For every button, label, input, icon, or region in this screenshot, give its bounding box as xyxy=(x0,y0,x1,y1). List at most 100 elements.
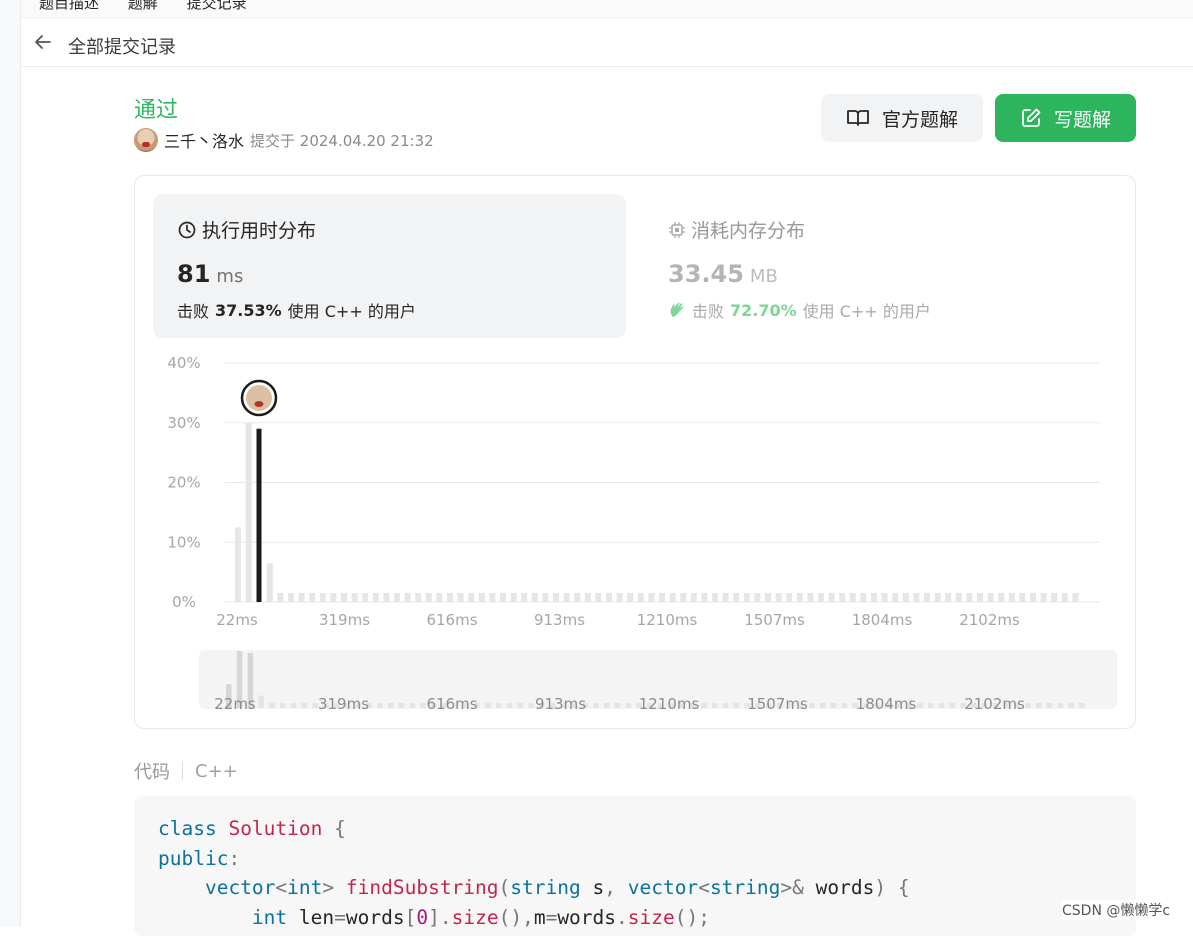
range-bar xyxy=(841,703,848,708)
distribution-bar xyxy=(955,593,962,602)
watermark: CSDN @懒懒学c xyxy=(1062,900,1171,920)
distribution-bar xyxy=(563,593,570,602)
range-bar xyxy=(712,703,718,708)
distribution-bar xyxy=(849,593,856,602)
y-tick-label: 0% xyxy=(172,593,196,611)
distribution-bar xyxy=(510,593,517,602)
range-bar xyxy=(301,703,308,708)
range-tick-label: 1210ms xyxy=(639,695,700,713)
distribution-bar xyxy=(637,593,644,602)
distribution-bar xyxy=(1019,593,1026,602)
range-bar xyxy=(1068,703,1074,708)
distribution-bar xyxy=(584,593,591,602)
distribution-bar xyxy=(309,593,316,602)
distribution-bar xyxy=(521,593,528,602)
code-block[interactable]: class Solution {public: vector<int> find… xyxy=(134,796,1136,936)
y-tick-label: 30% xyxy=(167,414,200,432)
distribution-bar xyxy=(415,593,422,602)
tab-solutions[interactable]: 题解 xyxy=(128,0,158,12)
range-bar xyxy=(820,703,826,708)
official-solution-button[interactable]: 官方题解 xyxy=(821,94,983,142)
x-tick-label: 1210ms xyxy=(637,611,698,629)
range-bar xyxy=(938,703,945,708)
distribution-bar xyxy=(330,593,337,602)
distribution-bar xyxy=(341,593,347,602)
chart-grid xyxy=(225,362,1100,603)
distribution-bar xyxy=(245,422,252,602)
distribution-bar xyxy=(987,593,994,602)
range-bar xyxy=(496,703,502,708)
distribution-bar xyxy=(966,593,973,602)
range-bar xyxy=(614,703,621,708)
back-arrow-icon[interactable] xyxy=(33,32,53,52)
distribution-bar xyxy=(902,593,909,602)
distribution-bar xyxy=(860,593,867,602)
distribution-bar xyxy=(425,593,432,602)
distribution-bar xyxy=(775,593,782,602)
range-bar xyxy=(928,703,934,708)
edit-icon xyxy=(1022,108,1041,127)
distribution-bar xyxy=(701,593,708,602)
range-bar xyxy=(269,703,275,708)
distribution-bar xyxy=(680,593,687,602)
x-tick-label: 319ms xyxy=(319,611,370,629)
official-solution-label: 官方题解 xyxy=(881,108,958,131)
x-tick-label: 616ms xyxy=(426,611,477,629)
distribution-bar xyxy=(690,593,697,602)
range-bar xyxy=(420,703,426,708)
distribution-bar xyxy=(818,593,824,602)
range-bar xyxy=(949,703,956,708)
y-tick-label: 40% xyxy=(167,354,200,372)
distribution-bar xyxy=(404,593,411,602)
range-bar xyxy=(593,703,599,708)
code-line: vector<int> findSubstring(string s, vect… xyxy=(204,876,910,899)
avatar[interactable] xyxy=(134,128,158,152)
distribution-bar xyxy=(553,593,559,602)
code-lines: class Solution {public: vector<int> find… xyxy=(158,814,1112,932)
distribution-bar xyxy=(913,593,920,602)
range-bar xyxy=(388,703,394,708)
distribution-bar xyxy=(1030,593,1036,602)
range-bar xyxy=(506,703,513,708)
distribution-bar xyxy=(288,593,294,602)
submission-meta: 三千丶洛水 提交于 2024.04.20 21:32 xyxy=(134,128,434,152)
y-tick-label: 20% xyxy=(167,474,200,492)
distribution-bar xyxy=(828,593,835,602)
distribution-bar xyxy=(436,593,443,602)
distribution-bar xyxy=(383,593,390,602)
distribution-bar xyxy=(351,593,358,602)
distribution-bar xyxy=(616,593,623,602)
distribution-bar xyxy=(977,593,983,602)
distribution-bar xyxy=(542,593,549,602)
distribution-bar xyxy=(277,593,284,602)
distribution-bar xyxy=(1061,593,1068,602)
distribution-bar xyxy=(595,593,602,602)
distribution-bar xyxy=(743,593,750,602)
x-tick-label: 22ms xyxy=(216,611,258,629)
range-bar xyxy=(701,703,707,708)
distribution-bar xyxy=(372,593,379,602)
my-submission-marker[interactable] xyxy=(240,379,278,417)
range-bar xyxy=(604,703,610,708)
range-tick-label: 22ms xyxy=(214,695,256,713)
range-bar xyxy=(377,703,383,708)
x-axis-ticks: 22ms 319ms 616ms 913ms 1210ms 1507ms 1804ms 210… xyxy=(216,611,1020,629)
range-bar xyxy=(1036,703,1042,708)
runtime-distribution-chart[interactable]: 0% 10% 20% 30% 40% 22ms 319ms 616ms 913ms 1210ms… xyxy=(0,175,1193,735)
all-submissions-link[interactable]: 全部提交记录 xyxy=(68,33,176,59)
distribution-bar xyxy=(394,593,400,602)
avatar-face xyxy=(246,385,272,411)
author-name[interactable]: 三千丶洛水 xyxy=(164,128,244,152)
distribution-bar xyxy=(319,593,326,602)
distribution-bar xyxy=(574,593,581,602)
code-label: 代码 xyxy=(134,762,170,783)
distribution-bar xyxy=(659,593,665,602)
tab-description[interactable]: 题目描述 xyxy=(39,0,99,12)
tab-submissions[interactable]: 提交记录 xyxy=(187,0,247,12)
write-solution-button[interactable]: 写题解 xyxy=(995,94,1136,142)
range-bar xyxy=(1046,703,1053,708)
distribution-bar xyxy=(447,593,453,602)
distribution-bar xyxy=(998,593,1005,602)
distribution-bar xyxy=(712,593,718,602)
distribution-bar xyxy=(669,593,676,602)
